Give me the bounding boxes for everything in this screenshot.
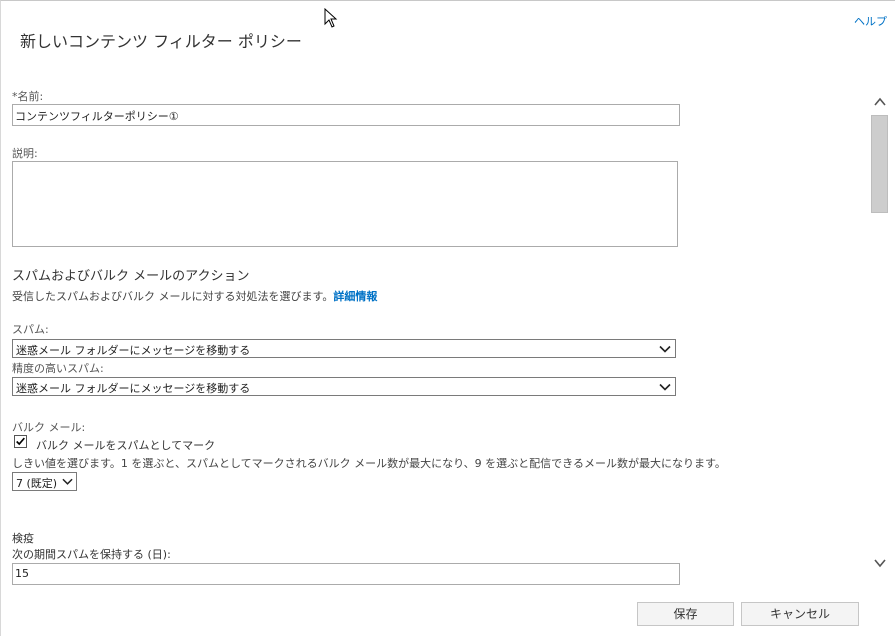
threshold-description: しきい値を選びます。1 を選ぶと、スパムとしてマークされるバルク メール数が最大… [12, 457, 726, 470]
page-title: 新しいコンテンツ フィルター ポリシー [20, 32, 302, 51]
chevron-up-icon[interactable] [874, 97, 886, 107]
save-button[interactable]: 保存 [637, 602, 734, 626]
bulk-mail-label: バルク メール: [12, 421, 86, 434]
name-input[interactable]: コンテンツフィルターポリシー① [12, 104, 680, 126]
quarantine-title: 検疫 [12, 532, 34, 545]
high-confidence-spam-selected: 迷惑メール フォルダーにメッセージを移動する [16, 382, 251, 395]
retention-days-input[interactable]: 15 [12, 563, 680, 585]
bulk-threshold-selected: 7 (既定) [16, 477, 58, 490]
chevron-down-icon[interactable] [874, 558, 886, 568]
bulk-mark-as-spam-label: バルク メールをスパムとしてマーク [36, 439, 216, 452]
description-textarea[interactable] [12, 161, 678, 247]
high-confidence-spam-select[interactable]: 迷惑メール フォルダーにメッセージを移動する [12, 377, 676, 396]
spam-label: スパム: [12, 323, 49, 336]
spam-action-select[interactable]: 迷惑メール フォルダーにメッセージを移動する [12, 339, 676, 358]
cancel-button[interactable]: キャンセル [741, 602, 859, 626]
chevron-down-icon [659, 383, 671, 391]
chevron-down-icon [659, 345, 671, 353]
high-confidence-spam-label: 精度の高いスパム: [12, 362, 104, 375]
spam-section-description-text: 受信したスパムおよびバルク メールに対する対処法を選びます。 [12, 290, 334, 303]
description-label: 説明: [12, 147, 38, 160]
chevron-down-icon [62, 478, 73, 485]
mouse-pointer-icon [324, 8, 338, 28]
spam-section-description: 受信したスパムおよびバルク メールに対する対処法を選びます。詳細情報 [12, 288, 377, 304]
scrollbar-thumb[interactable] [871, 115, 888, 213]
more-info-link[interactable]: 詳細情報 [333, 290, 377, 303]
retention-days-label: 次の期間スパムを保持する (日): [12, 548, 171, 561]
spam-action-selected: 迷惑メール フォルダーにメッセージを移動する [16, 344, 251, 357]
spam-section-title: スパムおよびバルク メールのアクション [12, 269, 250, 284]
checkmark-icon [16, 437, 25, 446]
bulk-mark-as-spam-checkbox[interactable] [14, 435, 27, 448]
help-link[interactable]: ヘルプ [854, 13, 887, 29]
dialog-frame [0, 0, 895, 636]
name-label: *名前: [12, 90, 44, 103]
bulk-threshold-select[interactable]: 7 (既定) [12, 472, 77, 491]
